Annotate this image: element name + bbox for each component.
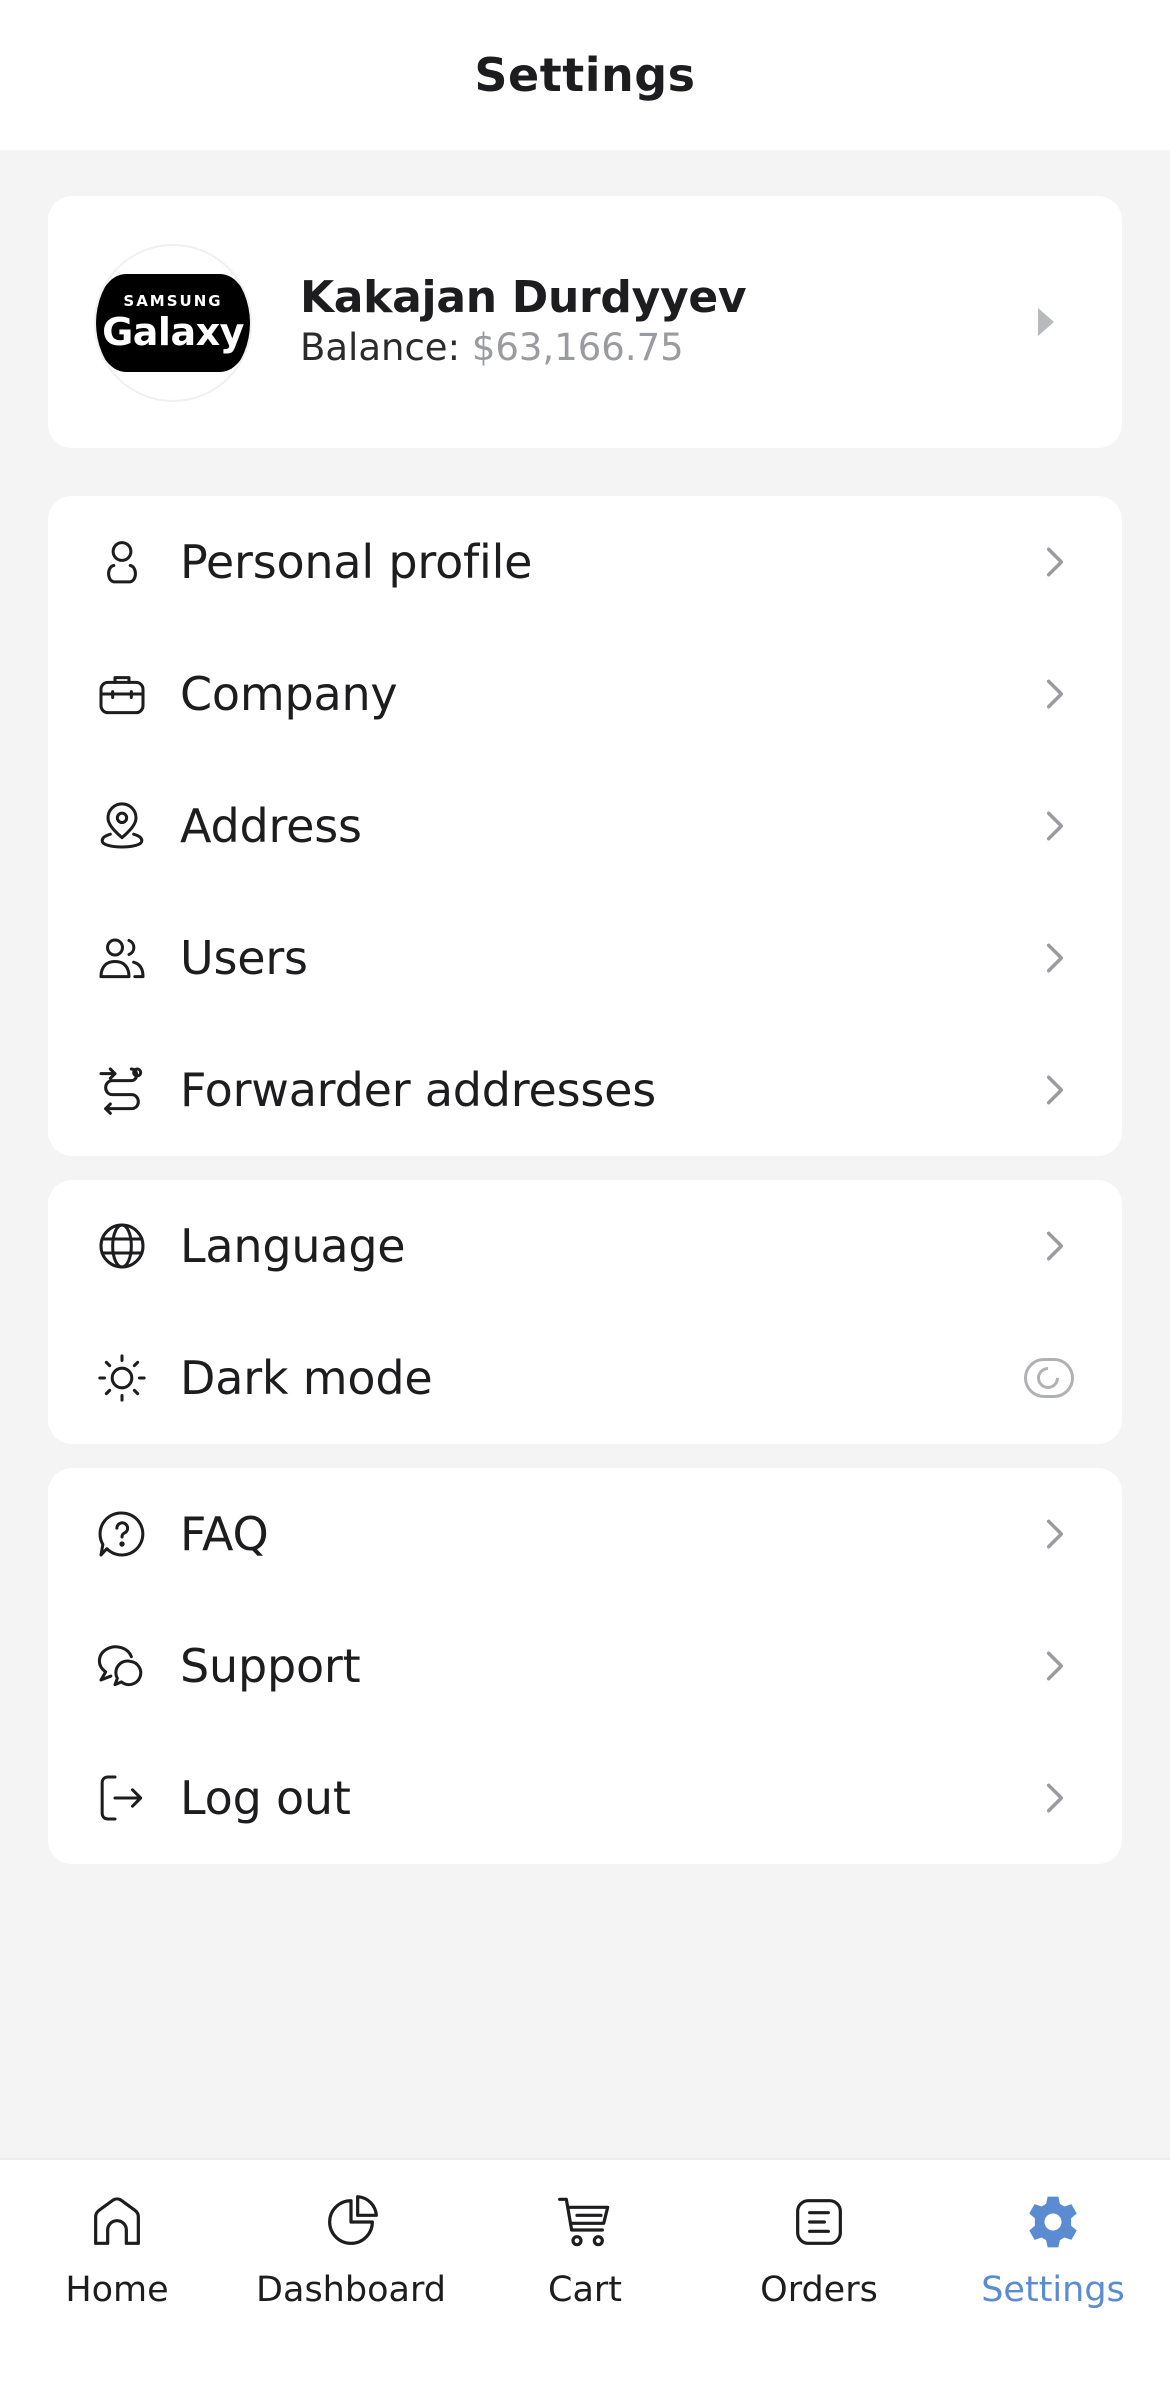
balance-value: $63,166.75 — [471, 326, 684, 369]
menu-item-label: Personal profile — [180, 535, 533, 589]
menu-item-address[interactable]: Address — [48, 760, 1122, 892]
nav-settings[interactable]: Settings — [936, 2190, 1170, 2320]
account-menu: Personal profile Company Address Users F… — [48, 496, 1122, 1156]
menu-item-label: Address — [180, 799, 362, 853]
menu-item-company[interactable]: Company — [48, 628, 1122, 760]
samsung-galaxy-logo: SAMSUNG Galaxy — [96, 274, 250, 372]
menu-item-label: FAQ — [180, 1507, 269, 1561]
chevron-right-icon — [1040, 547, 1070, 577]
menu-item-language[interactable]: Language — [48, 1180, 1122, 1312]
nav-label: Dashboard — [256, 2270, 446, 2310]
logo-bottom-text: Galaxy — [102, 310, 244, 354]
chevron-right-icon — [1040, 1519, 1070, 1549]
nav-label: Settings — [981, 2270, 1125, 2310]
globe-icon — [94, 1218, 150, 1274]
nav-label: Orders — [760, 2270, 878, 2310]
settings-screen: Settings SAMSUNG Galaxy Kakajan Durdyyev… — [0, 0, 1170, 2408]
route-icon — [94, 1062, 150, 1118]
profile-info: Kakajan Durdyyev Balance: $63,166.75 — [300, 272, 747, 372]
profile-card[interactable]: SAMSUNG Galaxy Kakajan Durdyyev Balance:… — [48, 196, 1122, 448]
avatar: SAMSUNG Galaxy — [94, 244, 252, 402]
chevron-right-icon — [1040, 1075, 1070, 1105]
briefcase-icon — [94, 666, 150, 722]
menu-item-label: Log out — [180, 1771, 351, 1825]
chevron-right-icon — [1040, 811, 1070, 841]
menu-item-forwarder-addresses[interactable]: Forwarder addresses — [48, 1024, 1122, 1156]
chat-icon — [94, 1638, 150, 1694]
toggle-knob — [1032, 1362, 1064, 1394]
preferences-menu: Language Dark mode — [48, 1180, 1122, 1444]
bottom-nav: Home Dashboard Cart Orders Settings — [0, 2158, 1170, 2408]
dark-mode-toggle[interactable] — [1024, 1358, 1074, 1398]
profile-balance: Balance: $63,166.75 — [300, 324, 746, 372]
sun-icon — [94, 1350, 150, 1406]
cart-icon — [553, 2190, 617, 2254]
top-header: Settings — [0, 0, 1170, 150]
gear-icon — [1021, 2190, 1085, 2254]
menu-item-support[interactable]: Support — [48, 1600, 1122, 1732]
logo-top-text: SAMSUNG — [123, 292, 223, 310]
nav-label: Cart — [548, 2270, 622, 2310]
home-icon — [85, 2190, 149, 2254]
user-icon — [94, 534, 150, 590]
question-icon — [94, 1506, 150, 1562]
caret-right-icon — [1038, 308, 1054, 336]
menu-item-users[interactable]: Users — [48, 892, 1122, 1024]
menu-item-faq[interactable]: FAQ — [48, 1468, 1122, 1600]
nav-label: Home — [65, 2270, 169, 2310]
nav-dashboard[interactable]: Dashboard — [234, 2190, 468, 2320]
nav-cart[interactable]: Cart — [468, 2190, 702, 2320]
menu-item-label: Dark mode — [180, 1351, 433, 1405]
chevron-right-icon — [1040, 1783, 1070, 1813]
profile-name: Kakajan Durdyyev — [300, 272, 747, 323]
menu-item-dark-mode: Dark mode — [48, 1312, 1122, 1444]
location-icon — [94, 798, 150, 854]
menu-item-personal-profile[interactable]: Personal profile — [48, 496, 1122, 628]
nav-orders[interactable]: Orders — [702, 2190, 936, 2320]
menu-item-label: Users — [180, 931, 308, 985]
logout-icon — [94, 1770, 150, 1826]
users-icon — [94, 930, 150, 986]
page-title: Settings — [474, 48, 696, 102]
menu-item-label: Forwarder addresses — [180, 1063, 657, 1117]
help-menu: FAQ Support Log out — [48, 1468, 1122, 1864]
chevron-right-icon — [1040, 943, 1070, 973]
pie-chart-icon — [319, 2190, 383, 2254]
menu-item-label: Language — [180, 1219, 406, 1273]
balance-label: Balance: — [300, 326, 461, 369]
menu-item-label: Support — [180, 1639, 361, 1693]
menu-item-log-out[interactable]: Log out — [48, 1732, 1122, 1864]
orders-icon — [787, 2190, 851, 2254]
chevron-right-icon — [1040, 1651, 1070, 1681]
chevron-right-icon — [1040, 679, 1070, 709]
nav-home[interactable]: Home — [0, 2190, 234, 2320]
chevron-right-icon — [1040, 1231, 1070, 1261]
menu-item-label: Company — [180, 667, 398, 721]
